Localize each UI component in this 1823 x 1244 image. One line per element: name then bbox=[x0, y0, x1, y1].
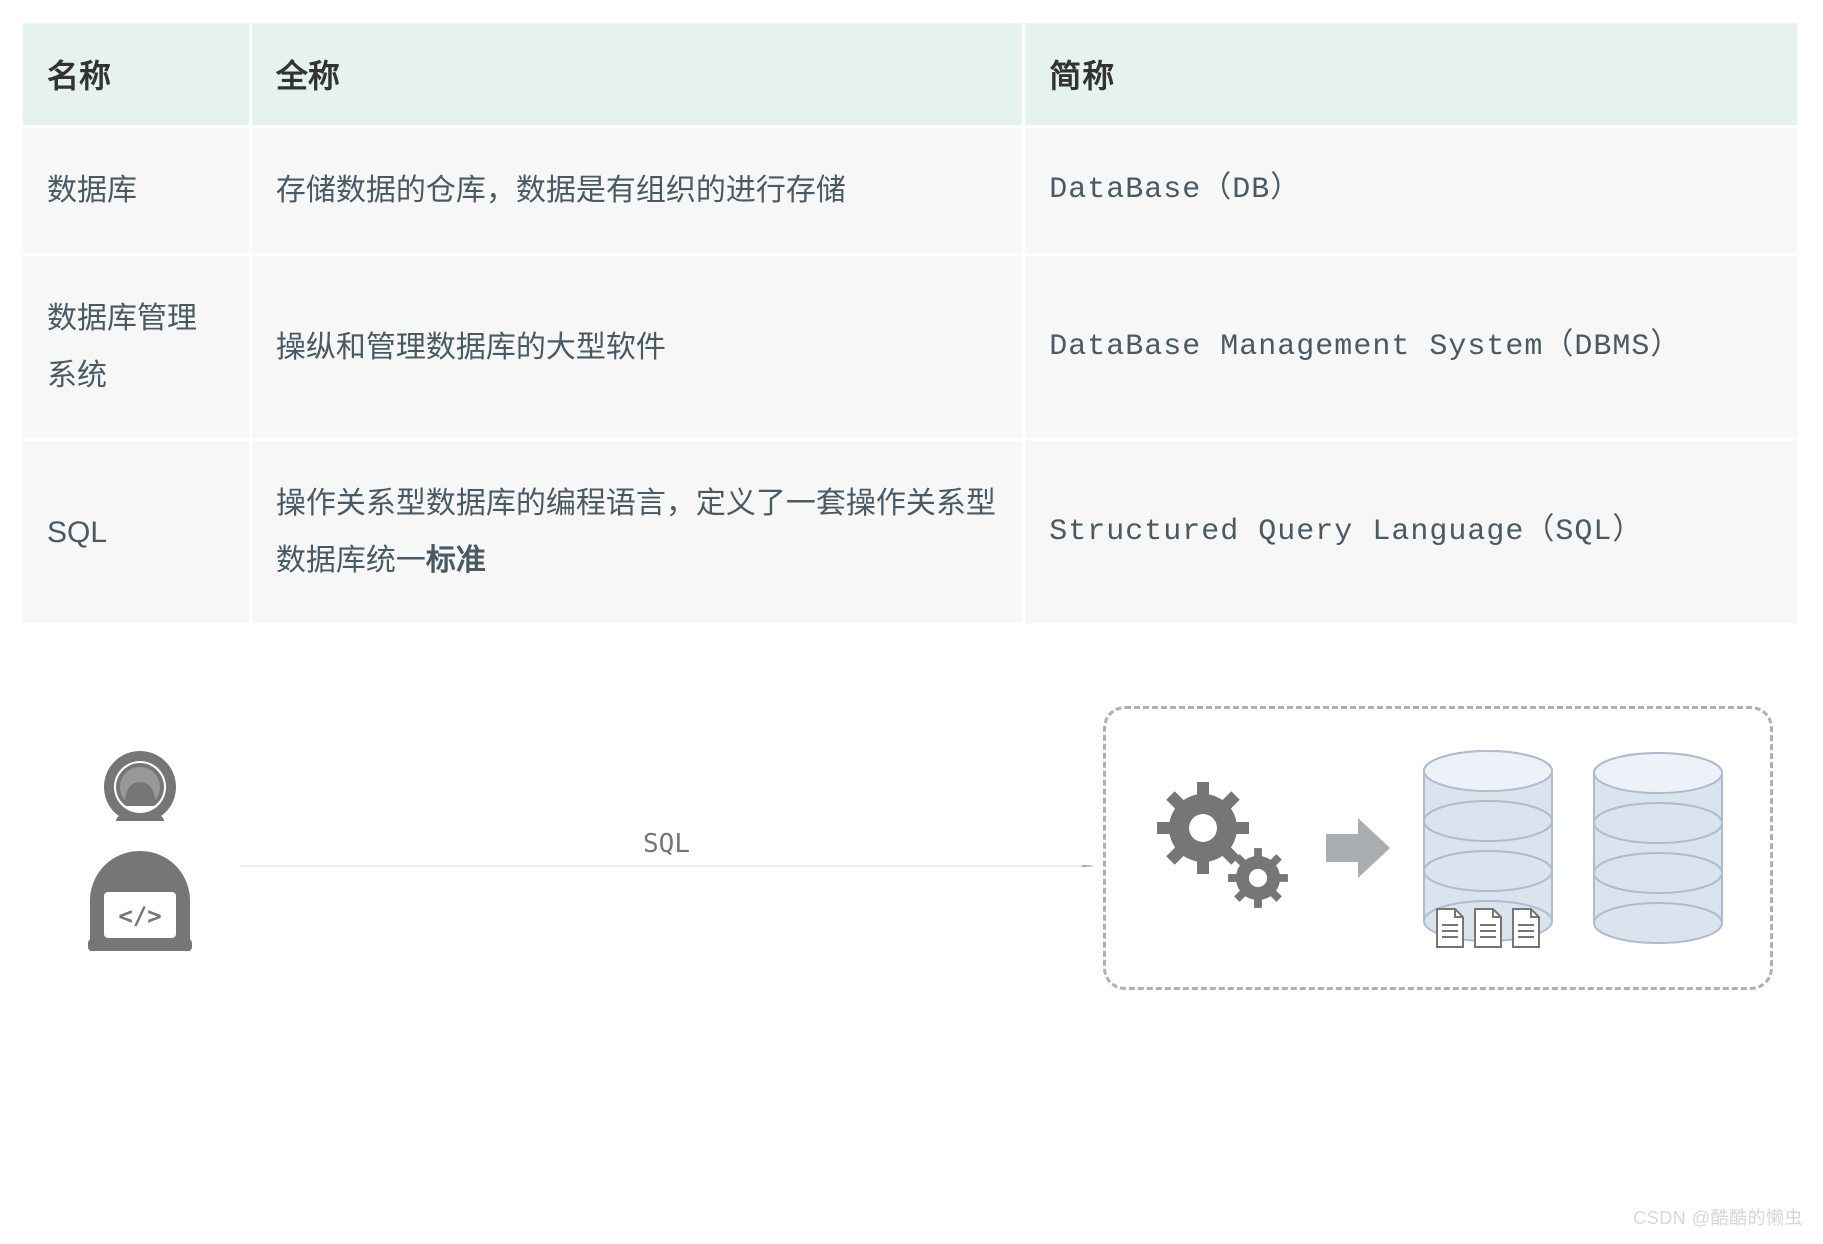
cell-name: 数据库 bbox=[22, 127, 251, 255]
dbms-box bbox=[1103, 706, 1773, 990]
cell-abbr: DataBase Management System（DBMS） bbox=[1024, 255, 1799, 440]
table-row: 数据库 存储数据的仓库，数据是有组织的进行存储 DataBase（DB） bbox=[22, 127, 1799, 255]
table-row: SQL 操作关系型数据库的编程语言，定义了一套操作关系型数据库统一标准 Stru… bbox=[22, 440, 1799, 625]
documents-icon bbox=[1433, 907, 1543, 949]
watermark: CSDN @酷酷的懒虫 bbox=[1633, 1204, 1803, 1230]
cell-full: 操作关系型数据库的编程语言，定义了一套操作关系型数据库统一标准 bbox=[250, 440, 1023, 625]
developer-icon: </> bbox=[50, 741, 230, 956]
arrow-label: SQL bbox=[643, 829, 690, 859]
cell-abbr: DataBase（DB） bbox=[1024, 127, 1799, 255]
sql-arrow: SQL bbox=[240, 808, 1093, 888]
cell-full: 操纵和管理数据库的大型软件 bbox=[250, 255, 1023, 440]
table-row: 数据库管理系统 操纵和管理数据库的大型软件 DataBase Managemen… bbox=[22, 255, 1799, 440]
th-full: 全称 bbox=[250, 22, 1023, 127]
arrow-right-icon bbox=[1318, 808, 1398, 888]
definition-table: 名称 全称 简称 数据库 存储数据的仓库，数据是有组织的进行存储 DataBas… bbox=[20, 20, 1800, 626]
gears-icon bbox=[1148, 773, 1298, 923]
svg-text:</>: </> bbox=[118, 902, 161, 930]
cell-name: 数据库管理系统 bbox=[22, 255, 251, 440]
cell-name: SQL bbox=[22, 440, 251, 625]
databases-icon bbox=[1418, 747, 1728, 949]
cell-full-bold: 标准 bbox=[426, 544, 486, 577]
th-abbr: 简称 bbox=[1024, 22, 1799, 127]
cell-abbr: Structured Query Language（SQL） bbox=[1024, 440, 1799, 625]
cell-full: 存储数据的仓库，数据是有组织的进行存储 bbox=[250, 127, 1023, 255]
th-name: 名称 bbox=[22, 22, 251, 127]
architecture-diagram: </> SQL bbox=[20, 706, 1803, 1030]
cell-full-prefix: 操作关系型数据库的编程语言，定义了一套操作关系型数据库统一 bbox=[276, 487, 996, 577]
database-cylinder-icon bbox=[1588, 749, 1728, 949]
